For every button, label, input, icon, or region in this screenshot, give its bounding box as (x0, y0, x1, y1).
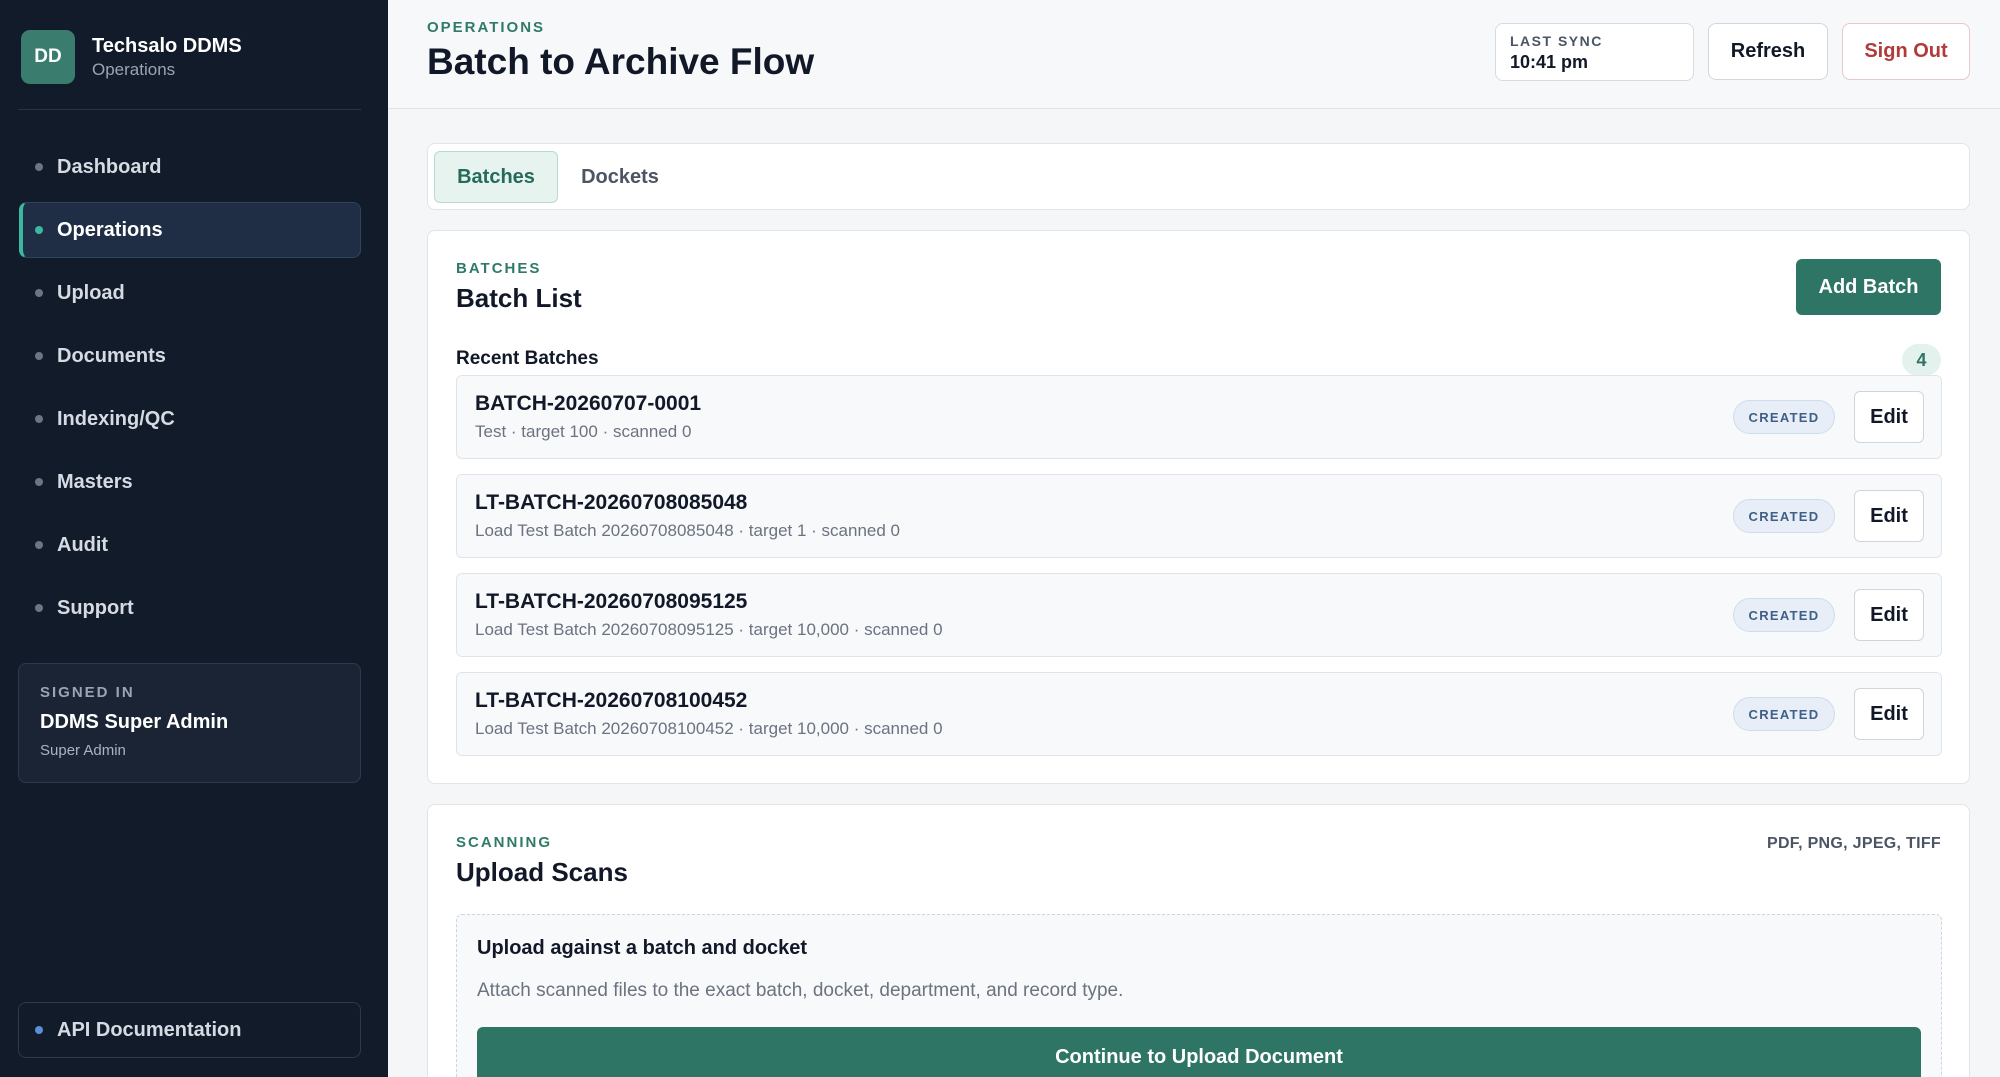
page-header: OPERATIONS Batch to Archive Flow LAST SY… (388, 0, 2000, 109)
batch-row[interactable]: LT-BATCH-20260708095125 Load Test Batch … (456, 573, 1942, 657)
tab-batches[interactable]: Batches (434, 151, 558, 203)
sign-out-button[interactable]: Sign Out (1842, 23, 1970, 80)
brand: DD Techsalo DDMS Operations (21, 30, 242, 84)
upload-zone-description: Attach scanned files to the exact batch,… (477, 980, 1124, 1001)
user-name: DDMS Super Admin (40, 711, 229, 733)
sidebar-item-masters[interactable]: Masters (19, 454, 361, 510)
sidebar: DD Techsalo DDMS Operations Dashboard Op… (0, 0, 388, 1077)
status-badge: CREATED (1733, 697, 1835, 731)
page-title: Batch to Archive Flow (427, 41, 815, 82)
bullet-icon (35, 163, 43, 171)
batch-id: BATCH-20260707-0001 (475, 392, 702, 415)
batch-id: LT-BATCH-20260708095125 (475, 590, 748, 613)
batch-row[interactable]: LT-BATCH-20260708085048 Load Test Batch … (456, 474, 1942, 558)
api-documentation-label: API Documentation (57, 1018, 242, 1041)
batch-list-card: BATCHES Batch List Add Batch Recent Batc… (427, 230, 1970, 784)
sidebar-item-label: Operations (57, 218, 163, 241)
batch-meta: Test · target 100 · scanned 0 (475, 422, 692, 441)
sidebar-item-upload[interactable]: Upload (19, 265, 361, 321)
brand-name: Techsalo DDMS (92, 35, 242, 57)
batch-list: BATCH-20260707-0001 Test · target 100 · … (456, 375, 1942, 771)
tab-bar: Batches Dockets (427, 143, 1970, 210)
upload-scans-title: Upload Scans (456, 857, 628, 887)
continue-to-upload-button[interactable]: Continue to Upload Document (477, 1027, 1921, 1077)
sidebar-item-documents[interactable]: Documents (19, 328, 361, 384)
upload-scans-card: SCANNING Upload Scans PDF, PNG, JPEG, TI… (427, 804, 1970, 1077)
status-badge: CREATED (1733, 400, 1835, 434)
upload-zone: Upload against a batch and docket Attach… (456, 914, 1942, 1077)
edit-batch-button[interactable]: Edit (1854, 391, 1924, 443)
brand-subtitle: Operations (92, 60, 176, 79)
last-sync-box: LAST SYNC 10:41 pm (1495, 23, 1694, 81)
batch-meta: Load Test Batch 20260708085048 · target … (475, 521, 901, 540)
status-badge: CREATED (1733, 598, 1835, 632)
batch-row[interactable]: LT-BATCH-20260708100452 Load Test Batch … (456, 672, 1942, 756)
supported-formats: PDF, PNG, JPEG, TIFF (1766, 835, 1941, 852)
bullet-icon (35, 1026, 43, 1034)
sidebar-item-label: Support (57, 596, 134, 619)
batch-row[interactable]: BATCH-20260707-0001 Test · target 100 · … (456, 375, 1942, 459)
sidebar-item-audit[interactable]: Audit (19, 517, 361, 573)
batch-list-title: Batch List (456, 283, 582, 313)
bullet-icon (35, 289, 43, 297)
sidebar-item-dashboard[interactable]: Dashboard (19, 139, 361, 195)
api-documentation-link[interactable]: API Documentation (18, 1002, 361, 1058)
sidebar-item-label: Upload (57, 281, 125, 304)
sidebar-item-label: Indexing/QC (57, 407, 175, 430)
sidebar-nav: Dashboard Operations Upload Documents In… (19, 139, 361, 643)
app-root: DD Techsalo DDMS Operations Dashboard Op… (0, 0, 2000, 1077)
sidebar-item-label: Masters (57, 470, 133, 493)
batch-meta: Load Test Batch 20260708095125 · target … (475, 620, 943, 639)
scanning-eyebrow: SCANNING (456, 834, 553, 851)
sidebar-item-label: Dashboard (57, 155, 162, 178)
batch-id: LT-BATCH-20260708100452 (475, 689, 748, 712)
user-role: Super Admin (40, 742, 126, 759)
last-sync-label: LAST SYNC (1510, 33, 1603, 49)
sidebar-item-label: Documents (57, 344, 166, 367)
add-batch-button[interactable]: Add Batch (1796, 259, 1941, 315)
brand-logo: DD (21, 30, 75, 84)
bullet-icon (35, 352, 43, 360)
bullet-icon (35, 604, 43, 612)
refresh-button[interactable]: Refresh (1708, 23, 1828, 80)
batch-count-badge: 4 (1902, 344, 1941, 376)
bullet-icon (35, 415, 43, 423)
batch-id: LT-BATCH-20260708085048 (475, 491, 748, 514)
batch-meta: Load Test Batch 20260708100452 · target … (475, 719, 943, 738)
sidebar-divider (18, 109, 361, 110)
tab-dockets[interactable]: Dockets (558, 151, 682, 203)
brand-text: Techsalo DDMS Operations (92, 33, 242, 81)
last-sync-time: 10:41 pm (1510, 52, 1589, 72)
recent-batches-label: Recent Batches (456, 348, 599, 369)
sidebar-item-operations[interactable]: Operations (19, 202, 361, 258)
batches-eyebrow: BATCHES (456, 260, 542, 277)
edit-batch-button[interactable]: Edit (1854, 490, 1924, 542)
main-content: OPERATIONS Batch to Archive Flow LAST SY… (388, 0, 2000, 1077)
signed-in-card: SIGNED IN DDMS Super Admin Super Admin (18, 663, 361, 783)
upload-zone-title: Upload against a batch and docket (477, 937, 808, 959)
bullet-icon (35, 226, 43, 234)
sidebar-item-indexing-qc[interactable]: Indexing/QC (19, 391, 361, 447)
bullet-icon (35, 478, 43, 486)
bullet-icon (35, 541, 43, 549)
sidebar-item-support[interactable]: Support (19, 580, 361, 636)
edit-batch-button[interactable]: Edit (1854, 589, 1924, 641)
edit-batch-button[interactable]: Edit (1854, 688, 1924, 740)
signed-in-label: SIGNED IN (40, 684, 135, 701)
header-eyebrow: OPERATIONS (427, 19, 546, 36)
status-badge: CREATED (1733, 499, 1835, 533)
sidebar-item-label: Audit (57, 533, 109, 556)
